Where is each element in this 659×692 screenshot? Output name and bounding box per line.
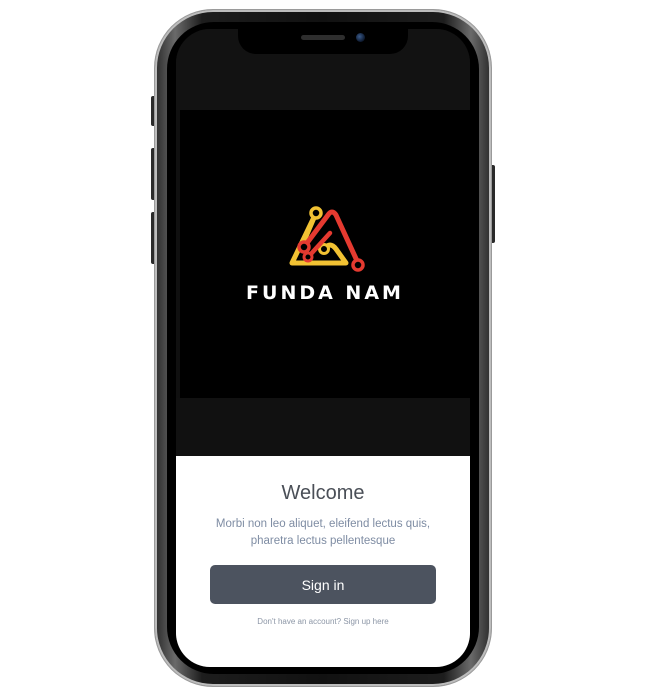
phone-mockup: FUNDA NAM Welcome Morbi non leo aliquet,… xyxy=(0,0,659,692)
notch xyxy=(238,29,408,54)
splash-hero: FUNDA NAM xyxy=(180,110,470,398)
sign-up-link[interactable]: Don't have an account? Sign up here xyxy=(176,617,470,626)
app-screen: FUNDA NAM Welcome Morbi non leo aliquet,… xyxy=(176,29,470,667)
welcome-card: Welcome Morbi non leo aliquet, eleifend … xyxy=(176,456,470,667)
front-camera xyxy=(356,33,365,42)
welcome-title: Welcome xyxy=(281,482,365,504)
welcome-description: Morbi non leo aliquet, eleifend lectus q… xyxy=(215,518,431,547)
sign-in-button[interactable]: Sign in xyxy=(210,565,436,604)
speaker-grille xyxy=(301,35,345,40)
brand-name: FUNDA NAM xyxy=(246,282,404,304)
splash-bottom-band xyxy=(176,398,470,456)
funda-nam-logo-icon xyxy=(289,206,365,272)
